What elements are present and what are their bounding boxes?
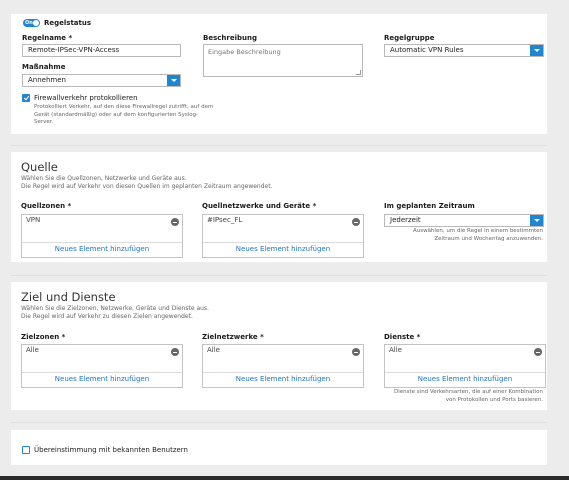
action-label: Maßnahme: [22, 63, 66, 71]
source-desc-1: Wählen Sie die Quellzonen, Netzwerke und…: [21, 175, 187, 182]
known-users-checkbox[interactable]: [22, 446, 30, 454]
add-service-link[interactable]: Neues Element hinzufügen: [385, 375, 545, 383]
add-source-network-link[interactable]: Neues Element hinzufügen: [203, 245, 363, 253]
services-box: Alle Neues Element hinzufügen: [384, 344, 546, 388]
remove-icon[interactable]: [352, 218, 360, 226]
remove-icon[interactable]: [171, 218, 179, 226]
divider: [11, 145, 547, 146]
divider: [11, 275, 547, 276]
remove-icon[interactable]: [352, 348, 360, 356]
destination-desc-2: Die Regel wird auf Verkehr zu diesen Zie…: [21, 313, 193, 320]
add-source-zone-link[interactable]: Neues Element hinzufügen: [22, 245, 182, 253]
dest-zone-item: Alle: [26, 346, 39, 354]
source-desc-2: Die Regel wird auf Verkehr von diesen Qu…: [21, 183, 273, 190]
rule-group-select[interactable]: Automatic VPN Rules: [384, 44, 544, 57]
remove-icon[interactable]: [171, 348, 179, 356]
status-label: Regelstatus: [44, 19, 92, 27]
source-title: Quelle: [21, 160, 58, 174]
box-divider: [203, 242, 363, 243]
source-networks-box: #IPsec_FL Neues Element hinzufügen: [202, 214, 364, 258]
description-label: Beschreibung: [203, 34, 257, 42]
toggle-knob: [33, 20, 39, 26]
rule-group-label: Regelgruppe: [384, 34, 435, 42]
rule-group-value: Automatic VPN Rules: [390, 46, 464, 54]
source-zones-label: Quellzonen *: [21, 202, 72, 210]
log-checkbox[interactable]: [22, 94, 30, 102]
dest-zones-box: Alle Neues Element hinzufügen: [21, 344, 183, 388]
log-help-text: Protokolliert Verkehr, auf den diese Fir…: [34, 104, 214, 125]
add-dest-network-link[interactable]: Neues Element hinzufügen: [203, 375, 363, 383]
source-zones-box: VPN Neues Element hinzufügen: [21, 214, 183, 258]
remove-icon[interactable]: [534, 348, 542, 356]
box-divider: [385, 372, 545, 373]
description-textarea[interactable]: [203, 44, 363, 77]
schedule-label: Im geplanten Zeitraum: [384, 202, 475, 210]
users-card: Übereinstimmung mit bekannten Benutzern: [11, 430, 547, 465]
box-divider: [22, 242, 182, 243]
rule-name-label: Regelname *: [22, 34, 73, 42]
add-dest-zone-link[interactable]: Neues Element hinzufügen: [22, 375, 182, 383]
source-network-item: #IPsec_FL: [207, 216, 243, 224]
bottom-edge: [0, 476, 569, 480]
services-label: Dienste *: [384, 333, 421, 341]
box-divider: [203, 372, 363, 373]
chevron-down-icon[interactable]: [530, 45, 543, 56]
source-networks-label: Quellnetzwerke und Geräte *: [202, 202, 317, 210]
schedule-select[interactable]: Jederzeit: [384, 214, 544, 227]
toggle-on-label: On: [25, 19, 33, 26]
action-select[interactable]: Annehmen: [22, 74, 181, 87]
chevron-down-icon[interactable]: [167, 75, 180, 86]
destination-card: Ziel und Dienste Wählen Sie die Zielzone…: [11, 282, 547, 410]
status-toggle[interactable]: On: [23, 19, 40, 27]
destination-title: Ziel und Dienste: [21, 290, 116, 304]
dest-networks-label: Zielnetzwerke *: [202, 333, 264, 341]
schedule-help-text: Auswählen, um die Regel in einem bestimm…: [412, 228, 543, 242]
check-icon: [23, 94, 29, 100]
chevron-down-icon[interactable]: [530, 215, 543, 226]
schedule-value: Jederzeit: [390, 216, 421, 224]
service-item: Alle: [389, 346, 402, 354]
divider: [11, 422, 547, 423]
source-card: Quelle Wählen Sie die Quellzonen, Netzwe…: [11, 152, 547, 262]
box-divider: [22, 372, 182, 373]
action-value: Annehmen: [28, 76, 66, 84]
rule-name-input[interactable]: Remote-IPSec-VPN-Access: [22, 44, 181, 57]
rule-settings-card: On Regelstatus Regelname * Remote-IPSec-…: [11, 14, 547, 134]
resize-handle-icon: [356, 70, 361, 75]
dest-zones-label: Zielzonen *: [21, 333, 66, 341]
destination-desc-1: Wählen Sie die Zielzonen, Netzwerke, Ger…: [21, 305, 209, 312]
known-users-label: Übereinstimmung mit bekannten Benutzern: [34, 446, 188, 454]
dest-network-item: Alle: [207, 346, 220, 354]
source-zone-item: VPN: [26, 216, 41, 224]
log-label: Firewallverkehr protokollieren: [34, 94, 138, 102]
services-help-text: Dienste sind Verkehrsarten, die auf eine…: [394, 389, 543, 403]
dest-networks-box: Alle Neues Element hinzufügen: [202, 344, 364, 388]
